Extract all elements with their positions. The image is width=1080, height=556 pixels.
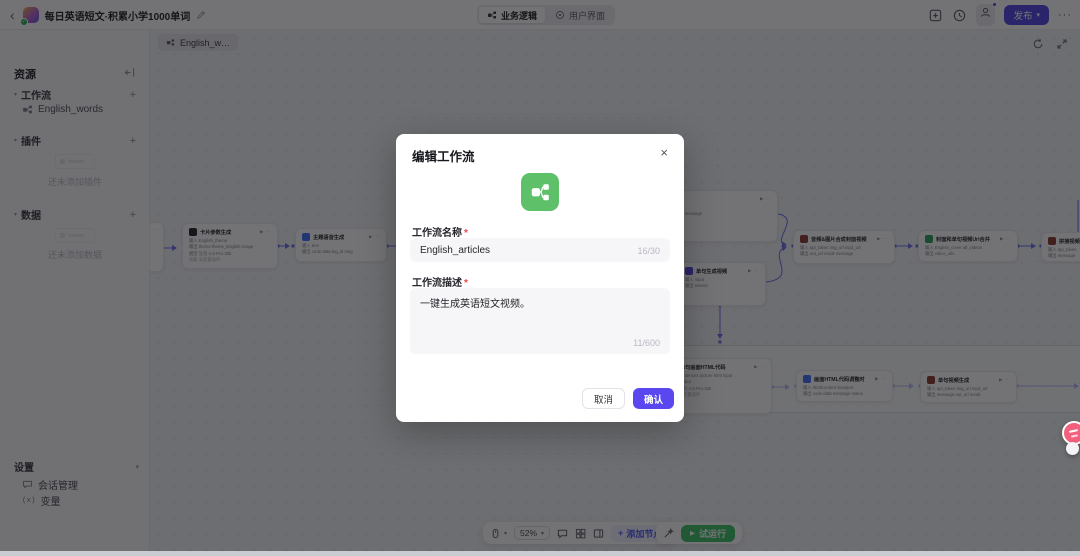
modal-title: 编辑工作流 <box>412 150 475 164</box>
workflow-desc-label: 工作流描述 * <box>412 274 468 289</box>
assistant-drag-handle[interactable] <box>1066 442 1079 455</box>
desc-char-counter: 11/600 <box>633 338 660 348</box>
assistant-float-widget[interactable] <box>1062 421 1080 455</box>
workflow-icon <box>531 184 549 201</box>
confirm-button[interactable]: 确认 <box>632 388 674 409</box>
modal-footer: 取消 确认 <box>581 388 674 409</box>
workflow-desc-textarea[interactable]: 一键生成英语短文视频。 <box>410 288 670 354</box>
workflow-avatar[interactable] <box>521 173 559 211</box>
horizontal-scrollbar[interactable] <box>0 551 1080 556</box>
workflow-name-label: 工作流名称 * <box>412 224 468 239</box>
edit-workflow-modal: 编辑工作流 × 工作流名称* 16/30 工作流描述* 一键生成英语短文视频。 … <box>396 134 684 422</box>
name-char-counter: 16/30 <box>637 246 660 256</box>
cancel-button[interactable]: 取消 <box>581 388 625 409</box>
workflow-name-input[interactable] <box>410 238 670 262</box>
close-icon[interactable]: × <box>658 143 670 162</box>
app-root: ‹ ✓ 每日英语短文·积累小学1000单词 业务逻辑 用户界面 发布 <box>0 0 1080 556</box>
